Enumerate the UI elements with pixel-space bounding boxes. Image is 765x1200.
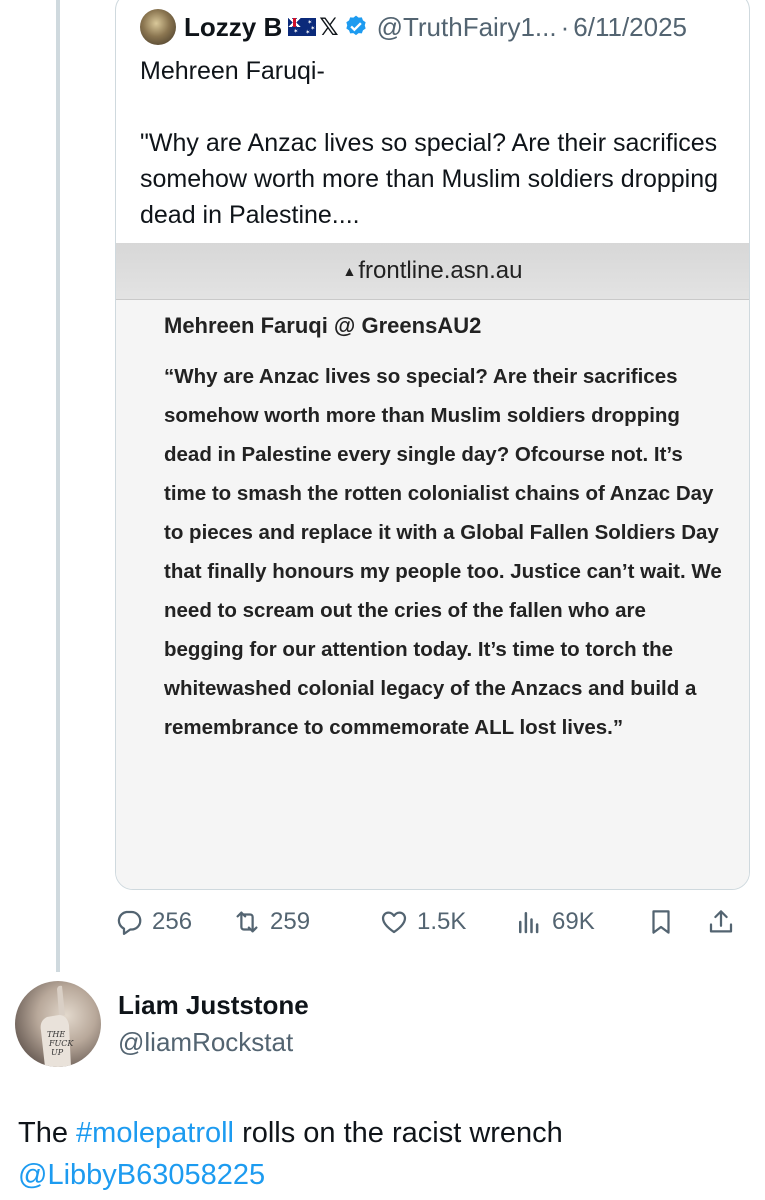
views-count: 69K [552,908,595,935]
tweet-action-bar: 256 259 1.5K 69K [114,900,754,944]
reply-author-avatar[interactable]: THE FUCK UP [15,981,101,1067]
quoted-tweet-date[interactable]: 6/11/2025 [573,12,687,43]
browser-url-bar: ▲ frontline.asn.au [116,243,749,300]
like-icon [381,911,407,934]
thread-connector-line [56,0,60,972]
header-separator: · [560,11,570,42]
views-icon [519,912,539,934]
hashtag-link[interactable]: #molepatroll [76,1117,234,1149]
reply-icon [117,910,142,935]
svg-text:THE: THE [47,1030,65,1039]
svg-text:FUCK: FUCK [48,1039,74,1048]
quoted-author-name[interactable]: Lozzy B [184,12,282,43]
svg-text:UP: UP [51,1048,64,1057]
quoted-author-avatar[interactable] [140,9,176,45]
reply-text-after: rolls on the racist wrench [234,1117,563,1149]
quoted-author-handle[interactable]: @TruthFairy1... [377,12,557,43]
bookmark-button[interactable] [646,900,684,944]
bookmark-icon [652,910,670,934]
x-logo-icon: 𝕏 [319,13,339,41]
screenshot-quote-text: “Why are Anzac lives so special? Are the… [164,365,722,739]
url-text: frontline.asn.au [358,257,523,284]
repost-icon [236,911,258,933]
share-icon [709,910,733,933]
quoted-tweet-card[interactable]: Lozzy B ✶ ✶ ✶ ✶ 𝕏 @TruthFairy1... · 6/11… [115,0,750,890]
reply-author-name[interactable]: Liam Juststone [118,990,309,1021]
quoted-tweet-text: Mehreen Faruqi- "Why are Anzac lives so … [140,57,719,229]
repost-button[interactable]: 259 [232,900,310,944]
reply-text-before: The [18,1117,77,1149]
quoted-tweet-header: Lozzy B ✶ ✶ ✶ ✶ 𝕏 @TruthFairy1... · 6/11… [140,7,740,47]
repost-count: 259 [270,908,311,935]
reply-author-handle[interactable]: @liamRockstat [118,1027,293,1058]
quoted-tweet-image[interactable]: ▲ frontline.asn.au Mehreen Faruqi @ Gree… [116,243,749,889]
australia-flag-icon: ✶ ✶ ✶ ✶ [288,18,317,36]
avatar-photo: THE FUCK UP [40,985,74,1067]
verified-badge-icon [345,15,366,36]
reply-text: The #molepatroll rolls on the racist wre… [18,1112,758,1196]
share-button[interactable] [706,900,744,944]
views-button[interactable]: 69K [514,900,595,944]
like-button[interactable]: 1.5K [379,900,466,944]
mention-link[interactable]: @LibbyB63058225 [18,1159,265,1191]
like-count: 1.5K [417,908,467,935]
screenshot-title: Mehreen Faruqi @ GreensAU2 [164,313,482,338]
reply-button[interactable]: 256 [114,900,192,944]
lock-icon: ▲ [342,263,357,279]
reply-count: 256 [152,908,193,935]
